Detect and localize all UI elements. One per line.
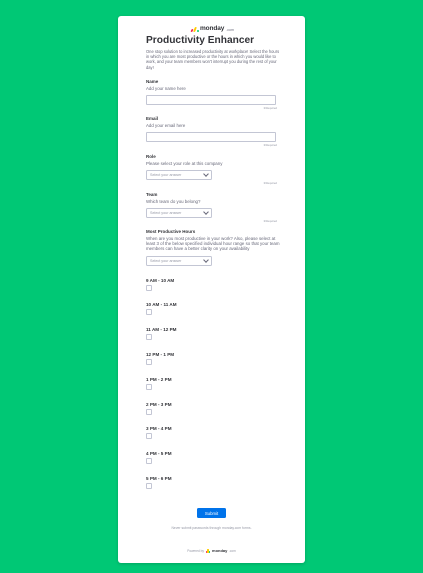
powered-by-text: Powered by: [187, 548, 205, 553]
slot-label: 1 PM - 2 PM: [146, 377, 172, 382]
role-required: ∗Required: [263, 181, 277, 185]
slot-checkbox[interactable]: [146, 458, 152, 464]
slot-checkbox[interactable]: [146, 483, 152, 489]
hours-label: Most Productive Hours: [146, 229, 196, 234]
chevron-down-icon: [203, 257, 209, 263]
email-input[interactable]: [146, 132, 276, 142]
logo-suffix: .com: [226, 27, 234, 32]
form-title: Productivity Enhancer: [146, 35, 255, 46]
form-description: One stop solution to increased productiv…: [146, 49, 280, 70]
slot-label: 12 PM - 1 PM: [146, 352, 175, 357]
chevron-down-icon: [203, 171, 209, 177]
powered-by: Powered by monday .com: [118, 548, 305, 553]
slot-label: 2 PM - 3 PM: [146, 402, 172, 407]
slot-checkbox[interactable]: [146, 359, 152, 365]
password-warning: Never submit passwords through monday.co…: [171, 526, 252, 530]
slot-checkbox[interactable]: [146, 334, 152, 340]
submit-button[interactable]: Submit: [197, 508, 226, 518]
logo-wordmark: monday: [200, 25, 225, 32]
team-sublabel: Which team do you belong?: [146, 199, 201, 204]
monday-logo-icon: [190, 26, 199, 32]
slot-checkbox[interactable]: [146, 309, 152, 315]
slot-label: 4 PM - 5 PM: [146, 451, 172, 456]
role-label: Role: [146, 154, 156, 159]
role-select-placeholder: Select your answer: [150, 173, 182, 177]
team-select-placeholder: Select your answer: [150, 211, 182, 215]
powered-by-suffix: .com: [228, 548, 236, 553]
team-select[interactable]: Select your answer: [146, 208, 212, 218]
slot-checkbox[interactable]: [146, 433, 152, 439]
name-label: Name: [146, 79, 159, 84]
slot-label: 5 PM - 6 PM: [146, 476, 172, 481]
slot-checkbox[interactable]: [146, 285, 152, 291]
hours-select-placeholder: Select your answer: [150, 259, 182, 263]
slot-label: 9 AM - 10 AM: [146, 278, 175, 283]
slot-label: 3 PM - 4 PM: [146, 426, 172, 431]
form-card: monday .com Productivity Enhancer One st…: [118, 16, 305, 563]
powered-by-brand: monday: [212, 548, 228, 553]
hours-select[interactable]: Select your answer: [146, 256, 212, 266]
email-required: ∗Required: [263, 143, 277, 147]
monday-logo-icon: [205, 549, 211, 553]
email-sublabel: Add your email here: [146, 123, 186, 128]
role-select[interactable]: Select your answer: [146, 170, 212, 180]
name-required: ∗Required: [263, 106, 277, 110]
name-sublabel: Add your name here: [146, 86, 186, 91]
team-label: Team: [146, 192, 158, 197]
monday-logo: monday .com: [190, 24, 234, 33]
name-input[interactable]: [146, 95, 276, 105]
slot-checkbox[interactable]: [146, 384, 152, 390]
slot-label: 10 AM - 11 AM: [146, 302, 177, 307]
team-required: ∗Required: [263, 219, 277, 223]
slot-checkbox[interactable]: [146, 409, 152, 415]
email-label: Email: [146, 116, 159, 121]
role-sublabel: Please select your role at this company: [146, 161, 223, 166]
hours-sublabel: When are you most productive in your wor…: [146, 236, 280, 252]
chevron-down-icon: [203, 209, 209, 215]
slot-label: 11 AM - 12 PM: [146, 327, 177, 332]
